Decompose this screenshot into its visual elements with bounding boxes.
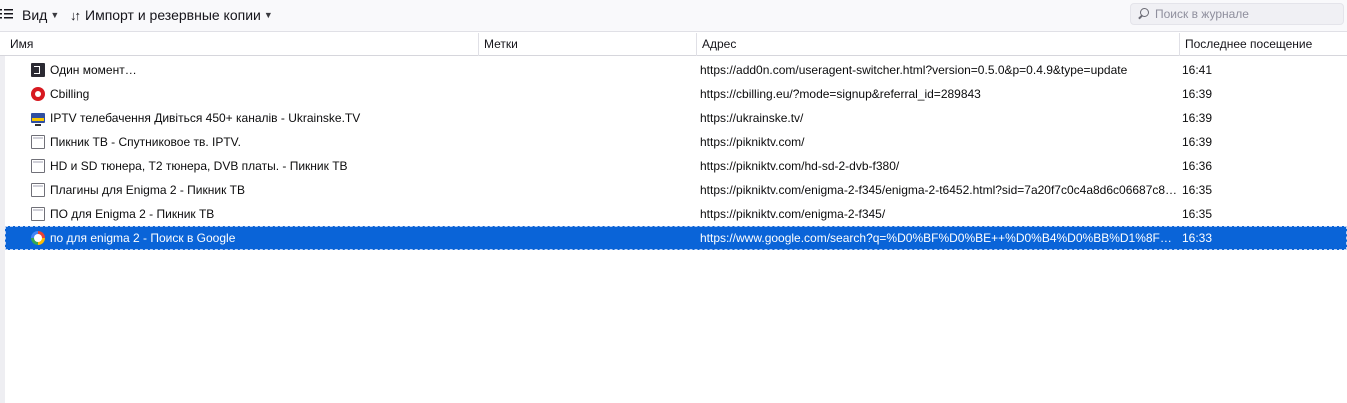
row-last-visit: 16:41 (1182, 63, 1213, 77)
history-list: Один момент… https://add0n.com/useragent… (5, 58, 1347, 250)
row-title: IPTV телебачення Дивіться 450+ каналів -… (50, 111, 361, 125)
row-title: Пикник ТВ - Спутниковое тв. IPTV. (50, 135, 241, 149)
row-last-visit: 16:39 (1182, 111, 1213, 125)
row-url: https://pikniktv.com/hd-sd-2-dvb-f380/ (700, 159, 900, 173)
row-last-visit: 16:35 (1182, 183, 1213, 197)
tv-icon (31, 113, 45, 126)
import-export-icon: ↓↑ (70, 7, 81, 23)
chevron-down-icon: ▼ (263, 10, 273, 20)
history-row[interactable]: Пикник ТВ - Спутниковое тв. IPTV. https:… (5, 130, 1347, 154)
history-row[interactable]: HD и SD тюнера, T2 тюнера, DVB платы. - … (5, 154, 1347, 178)
row-last-visit: 16:39 (1182, 87, 1213, 101)
addon-icon (31, 63, 45, 77)
column-header-last-visit[interactable]: Последнее посещение (1180, 33, 1347, 56)
history-row[interactable]: Один момент… https://add0n.com/useragent… (5, 58, 1347, 82)
chevron-down-icon: ▼ (50, 10, 60, 20)
row-url: https://pikniktv.com/ (700, 135, 805, 149)
cbilling-icon (31, 87, 45, 101)
row-url: https://pikniktv.com/enigma-2-f345/enigm… (700, 183, 1178, 197)
page-icon (31, 183, 45, 197)
search-icon (1137, 7, 1151, 21)
row-url: https://ukrainske.tv/ (700, 111, 804, 125)
history-row[interactable]: IPTV телебачення Дивіться 450+ каналів -… (5, 106, 1347, 130)
google-icon (31, 231, 45, 245)
history-row[interactable]: Cbilling https://cbilling.eu/?mode=signu… (5, 82, 1347, 106)
row-last-visit: 16:36 (1182, 159, 1213, 173)
row-last-visit: 16:35 (1182, 207, 1213, 221)
row-title: HD и SD тюнера, T2 тюнера, DVB платы. - … (50, 159, 348, 173)
page-icon (31, 135, 45, 149)
import-backup-label: Импорт и резервные копии (85, 7, 261, 23)
import-backup-menu-button[interactable]: ↓↑ Импорт и резервные копии ▼ (70, 4, 273, 26)
view-menu-label: Вид (22, 7, 48, 23)
page-icon (31, 159, 45, 173)
column-header-tags[interactable]: Метки (479, 33, 697, 56)
row-title: ПО для Enigma 2 - Пикник ТВ (50, 207, 215, 221)
row-title: Cbilling (50, 87, 90, 101)
row-last-visit: 16:39 (1182, 135, 1213, 149)
row-title: по для enigma 2 - Поиск в Google (50, 231, 236, 245)
organize-menu-icon (0, 7, 14, 23)
column-header: Имя Метки Адрес Последнее посещение (0, 33, 1347, 56)
history-search-input[interactable] (1155, 7, 1340, 21)
row-title: Плагины для Enigma 2 - Пикник ТВ (50, 183, 245, 197)
history-search-box[interactable] (1130, 3, 1344, 25)
column-header-name[interactable]: Имя (5, 33, 479, 56)
page-icon (31, 207, 45, 221)
history-row[interactable]: Плагины для Enigma 2 - Пикник ТВ https:/… (5, 178, 1347, 202)
history-row-selected[interactable]: по для enigma 2 - Поиск в Google https:/… (5, 226, 1347, 250)
row-url: https://add0n.com/useragent-switcher.htm… (700, 63, 1128, 77)
row-title: Один момент… (50, 63, 137, 77)
organize-menu-button[interactable] (0, 4, 18, 26)
column-header-url[interactable]: Адрес (697, 33, 1180, 56)
row-url: https://cbilling.eu/?mode=signup&referra… (700, 87, 981, 101)
history-row[interactable]: ПО для Enigma 2 - Пикник ТВ https://pikn… (5, 202, 1347, 226)
toolbar: Вид ▼ ↓↑ Импорт и резервные копии ▼ (0, 0, 1347, 32)
view-menu-button[interactable]: Вид ▼ (22, 4, 59, 26)
row-last-visit: 16:33 (1182, 231, 1213, 245)
row-url: https://www.google.com/search?q=%D0%BF%D… (700, 231, 1178, 245)
row-url: https://pikniktv.com/enigma-2-f345/ (700, 207, 886, 221)
